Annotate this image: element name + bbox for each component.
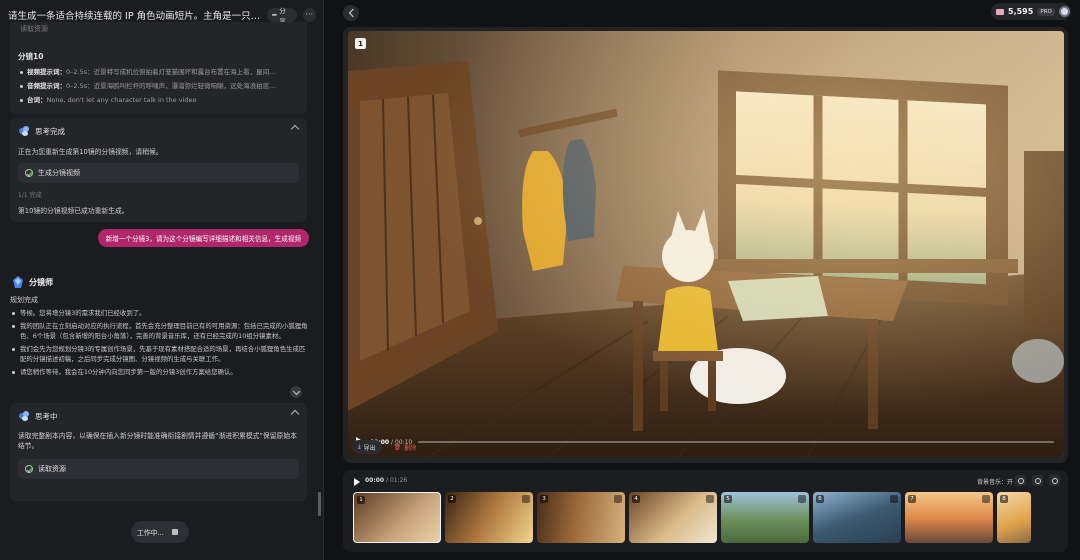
headphones-icon[interactable] [1049,475,1060,486]
credit-icon [996,8,1004,15]
tool-read-resource[interactable]: 读取资源 [18,459,299,479]
more-button[interactable]: ··· [302,8,316,22]
video-action-bar: ⤓ 导出 🗑 删除 [352,440,422,454]
thinking-text: 读取完整剧本内容，以确保在插入新分镜时能准确衔接剧情并遵循“渐进积累模式”保留原… [18,432,297,450]
image-icon[interactable] [982,495,990,503]
credits-badge[interactable]: 5,595 PRO [991,3,1071,20]
thinking-done-title: 思考完成 [35,126,65,136]
timeline-panel: 00:00 / 01:26 背景音乐：开 1 2 3 4 5 6 7 8 [343,470,1068,552]
delete-label: 删除 [404,444,417,452]
timeline-time: 00:00 / 01:26 [365,477,408,484]
shot-detail-card: 读取资源 分镜10 视频提示词：0–2.5s：近景特写成机位俯拍着灯笼猫围坏和露… [10,22,307,114]
shot-thumb-number: 6 [816,495,824,503]
stop-icon [171,529,178,535]
agent-avatar-icon [12,276,24,288]
audio-prompt-line: 音频提示词：0–2.5s：近景海鸥叫栏杆的呼啸声，瀑溜弥烂轻微响喇，远处海浪拍惩… [20,80,300,90]
shot-thumbnail[interactable]: 2 [445,492,533,543]
shot-thumbnail[interactable]: 4 [629,492,717,543]
video-progress-bar[interactable] [418,441,1054,443]
export-label: 导出 [363,444,376,452]
pro-badge: PRO [1037,7,1055,16]
thinking-done-header[interactable]: 思考完成 [18,125,65,137]
thinking-done-result: 第10镜的分镜视频已成功重新生成。 [18,207,129,215]
shot-thumb-number: 7 [908,495,916,503]
thinking-done-text: 正在为您重新生成第10镜的分镜视频，请稍候。 [18,148,163,156]
chat-panel: 请生成一条适合持续连载的 IP 角色动画短片。主角是一只固定设... ➦ 分享 … [0,0,324,560]
progress-sub: 1/1 完成 [18,192,42,199]
shot-thumb-number: 2 [448,495,456,503]
shot-thumb-number: 1 [357,496,365,504]
video-frame[interactable]: 1 00:00 / 00:10 [348,31,1064,457]
shot-thumbnail[interactable]: 8 [997,492,1031,543]
brain-icon [18,125,30,137]
user-message-bubble: 新增一个分镜3，请为这个分镜编写详细描述和相关信息，生成视频 [97,229,309,247]
shot-number-badge: 1 [355,38,366,49]
back-button[interactable] [343,5,359,21]
brain-icon [18,410,30,422]
scissors-icon[interactable] [614,495,622,503]
export-button[interactable]: ⤓ 导出 [352,440,382,454]
chat-title: 请生成一条适合持续连载的 IP 角色动画短片。主角是一只固定设... [8,11,261,22]
avatar[interactable] [1058,6,1070,17]
plan-item: 我的团队正在立刻启动对应的执行流程，首先会充分整理目前已有的可用资源：包括已完成… [12,321,310,341]
shot-thumbnails: 1 2 3 4 5 6 7 8 [353,492,1063,544]
check-circle-icon [25,465,33,473]
check-circle-icon [25,169,33,177]
chevron-up-icon[interactable] [290,409,300,419]
plan-status: 规划完成 [10,296,38,304]
tool-generate-video[interactable]: 生成分镜视频 [18,163,299,183]
faded-tool-label: 读取资源 [20,25,48,33]
thinking-done-card: 思考完成 正在为您重新生成第10镜的分镜视频，请稍候。 生成分镜视频 1/1 完… [10,118,307,222]
video-player: 1 00:00 / 00:10 [343,27,1068,463]
working-label: 工作中... [137,529,164,537]
image-icon[interactable] [798,495,806,503]
plan-item: 请您稍作等待，我会在10分钟内向您同步第一版的分镜3创作方案给您确认。 [12,367,310,377]
thinking-card: 思考中 读取完整剧本内容，以确保在插入新分镜时能准确衔接剧情并遵循“渐进积累模式… [10,403,307,501]
shot-thumbnail[interactable]: 6 [813,492,901,543]
trash-icon: 🗑 [393,443,402,451]
chat-scrollbar[interactable] [318,492,321,516]
thinking-header[interactable]: 思考中 [18,410,58,422]
agent-header: 分镜师 [12,276,53,288]
shot-thumb-number: 8 [1000,495,1008,503]
shot-thumb-number: 3 [540,495,548,503]
shot-thumbnail[interactable]: 5 [721,492,809,543]
delete-icon[interactable] [1032,475,1043,486]
dialogue-line: 台词：None, don't let any character talk in… [20,94,300,104]
working-status-button[interactable]: 工作中... [131,521,189,543]
plan-item: 我们会先为您规划分镜3的专属创作场景，先基于现有素材搭配合适的场景，再结合小狐狸… [12,344,310,364]
agent-name: 分镜师 [29,277,53,287]
download-icon: ⤓ [358,443,361,450]
video-scene-image [348,31,1064,457]
shot-thumbnail[interactable]: 1 [353,492,441,543]
video-prompt-line: 视频提示词：0–2.5s：近景特写成机位俯拍着灯笼猫围坏和露台布置在海上看，屋间… [20,66,300,76]
shot-thumb-number: 5 [724,495,732,503]
plan-list: 等候。您将增分镜3的需求我们已经收到了。 我的团队正在立刻启动对应的执行流程，首… [12,308,310,380]
image-icon[interactable] [890,495,898,503]
thinking-title: 思考中 [35,411,58,421]
shot-thumbnail[interactable]: 7 [905,492,993,543]
bgm-toggle[interactable]: 背景音乐：开 [977,477,1013,486]
scroll-down-button[interactable] [290,386,302,398]
plan-item: 等候。您将增分镜3的需求我们已经收到了。 [12,308,310,318]
share-icon: ➦ [271,11,278,19]
tool-label: 生成分镜视频 [38,169,80,177]
timeline-play-icon[interactable] [354,478,360,486]
refresh-icon[interactable] [1015,475,1026,486]
delete-button[interactable]: 🗑 删除 [388,440,423,454]
scissors-icon[interactable] [522,495,530,503]
scissors-icon[interactable] [706,495,714,503]
shot-thumbnail[interactable]: 3 [537,492,625,543]
timeline-tools [1015,475,1060,486]
tool-label: 读取资源 [38,465,66,473]
chevron-up-icon[interactable] [290,124,300,134]
shot-thumb-number: 4 [632,495,640,503]
credit-count: 5,595 [1008,7,1034,16]
shot-title: 分镜10 [18,52,44,61]
share-button[interactable]: ➦ 分享 [266,7,297,25]
